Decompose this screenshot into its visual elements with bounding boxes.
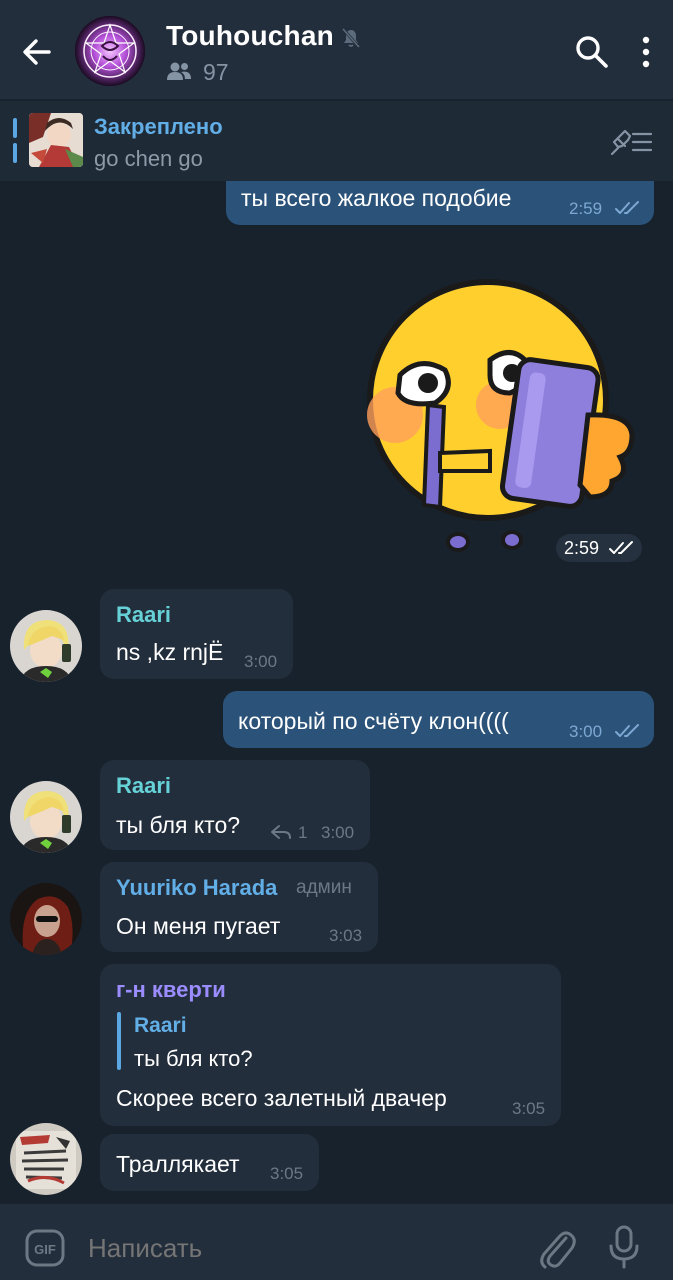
- incoming-message[interactable]: Yuuriko Harada админ Он меня пугает 3:03: [100, 862, 378, 952]
- message-text: который по счёту клон((((: [238, 708, 509, 734]
- more-vertical-icon[interactable]: [636, 34, 656, 70]
- message-time: 2:59: [564, 538, 600, 558]
- sender-name[interactable]: Yuuriko Harada: [116, 875, 277, 901]
- message-time: 3:05: [270, 1164, 304, 1183]
- incoming-message[interactable]: г-н кверти Raari ты бля кто? Скорее всег…: [100, 964, 561, 1126]
- double-check-icon: [615, 201, 639, 214]
- sticker-time-badge: 2:59: [556, 534, 642, 562]
- message-time: 3:03: [329, 926, 363, 945]
- avatar-raari[interactable]: [10, 781, 82, 853]
- reply-quote-bar: [117, 1012, 121, 1070]
- message-text: Скорее всего залетный двачер: [116, 1085, 447, 1111]
- double-check-icon: [615, 724, 639, 737]
- chat-header: Touhouchan 97: [0, 0, 673, 100]
- message-text: Он меня пугает: [116, 913, 281, 939]
- avatar-yuuriko-harada[interactable]: [10, 883, 82, 955]
- message-text: ты бля кто?: [116, 812, 241, 838]
- incoming-message[interactable]: Raari ты бля кто? 1 3:00: [100, 760, 370, 850]
- pinned-thumbnail: [29, 113, 83, 167]
- sender-name[interactable]: г-н кверти: [116, 977, 226, 1003]
- reply-icon[interactable]: [270, 824, 292, 840]
- pinned-title: Закреплено: [94, 114, 223, 139]
- members-count: 97: [203, 59, 229, 85]
- mute-icon: [341, 28, 361, 48]
- pin-list-icon[interactable]: [607, 127, 653, 157]
- search-icon[interactable]: [574, 34, 610, 70]
- admin-badge: админ: [296, 877, 352, 898]
- chat-title[interactable]: Touhouchan: [166, 20, 334, 52]
- arrow-left-icon[interactable]: [18, 33, 56, 71]
- chat-avatar[interactable]: [75, 16, 145, 86]
- incoming-message[interactable]: Траллякает 3:05: [100, 1134, 319, 1191]
- svg-text:GIF: GIF: [34, 1242, 56, 1257]
- microphone-icon[interactable]: [606, 1224, 642, 1270]
- pinned-text: go chen go: [94, 146, 203, 171]
- reply-sender[interactable]: Raari: [134, 1014, 187, 1038]
- pin-indicator: [13, 118, 17, 138]
- avatar-raari[interactable]: [10, 610, 82, 682]
- double-check-icon: [609, 541, 633, 554]
- reply-text: ты бля кто?: [134, 1046, 253, 1071]
- message-text: ns ,kz rnjЁ: [116, 639, 224, 665]
- paperclip-icon[interactable]: [536, 1226, 576, 1270]
- avatar-g-n-kverti[interactable]: [10, 1123, 82, 1195]
- message-text: ты всего жалкое подобие: [241, 185, 512, 211]
- outgoing-message[interactable]: который по счёту клон(((( 3:00: [223, 691, 654, 748]
- sender-name[interactable]: Raari: [116, 602, 171, 628]
- message-time: 3:00: [321, 823, 355, 842]
- pin-indicator: [13, 143, 17, 163]
- reply-count[interactable]: 1: [298, 823, 307, 843]
- message-input[interactable]: [88, 1230, 508, 1266]
- message-time: 3:00: [569, 722, 603, 741]
- sender-name[interactable]: Raari: [116, 773, 171, 799]
- message-time: 2:59: [569, 199, 603, 218]
- sticker-crying-face[interactable]: [340, 275, 640, 555]
- message-text: Траллякает: [116, 1151, 240, 1177]
- message-time: 3:00: [244, 652, 278, 671]
- incoming-message[interactable]: Raari ns ,kz rnjЁ 3:00: [100, 589, 293, 679]
- gif-icon[interactable]: GIF: [25, 1229, 65, 1267]
- message-time: 3:05: [512, 1099, 546, 1118]
- people-icon: [167, 62, 191, 80]
